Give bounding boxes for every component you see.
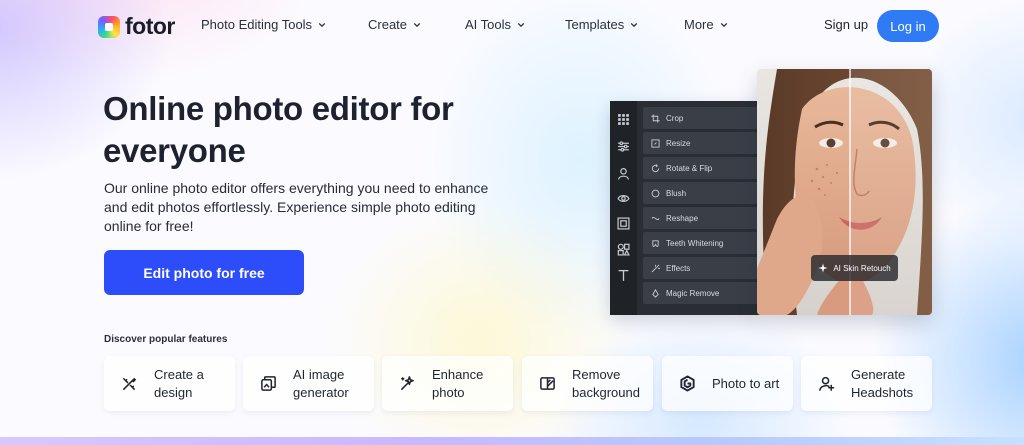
features-heading: Discover popular features bbox=[104, 334, 228, 345]
top-navigation: fotor Photo Editing Tools Create AI Tool… bbox=[0, 0, 1024, 50]
design-icon bbox=[123, 377, 137, 390]
tool-teeth-whitening[interactable]: Teeth Whitening bbox=[643, 232, 760, 254]
menu-more[interactable]: More bbox=[684, 17, 728, 32]
menu-label: Create bbox=[368, 17, 408, 32]
tool-label: Crop bbox=[666, 113, 684, 123]
feature-remove-background[interactable]: Remove background bbox=[522, 356, 653, 411]
rotate-icon bbox=[651, 163, 660, 172]
editor-panel-preview: Crop Resize Rotate & Flip Blush Reshape … bbox=[610, 101, 760, 315]
chip-label: AI Skin Retouch bbox=[833, 263, 891, 273]
eye-icon bbox=[617, 195, 630, 202]
tool-label: Teeth Whitening bbox=[666, 238, 724, 248]
menu-label: More bbox=[684, 17, 714, 32]
tool-crop[interactable]: Crop bbox=[643, 107, 760, 129]
frame-icon bbox=[617, 217, 630, 230]
blush-icon bbox=[651, 189, 660, 197]
tool-label: Reshape bbox=[666, 213, 699, 223]
feature-label: Generate Headshots bbox=[851, 367, 914, 400]
tool-resize[interactable]: Resize bbox=[643, 132, 760, 154]
tool-label: Resize bbox=[666, 138, 691, 148]
reshape-icon bbox=[651, 216, 660, 220]
magic-remove-icon bbox=[652, 288, 659, 298]
resize-icon bbox=[651, 138, 660, 148]
sparkle-icon bbox=[818, 263, 828, 273]
fotor-logo-icon bbox=[98, 15, 120, 38]
headshot-icon bbox=[819, 376, 835, 391]
edit-photo-button[interactable]: Edit photo for free bbox=[104, 250, 304, 295]
feature-label: Remove background bbox=[572, 367, 640, 400]
remove-bg-icon bbox=[540, 377, 555, 390]
teeth-icon bbox=[652, 239, 659, 247]
bottom-gradient-bar bbox=[0, 437, 1024, 445]
chevron-down-icon bbox=[517, 22, 525, 27]
grid-icon bbox=[618, 114, 629, 125]
adjust-icon bbox=[618, 141, 629, 152]
menu-photo-editing-tools[interactable]: Photo Editing Tools bbox=[201, 17, 326, 32]
menu-label: Templates bbox=[565, 17, 625, 32]
feature-create-design[interactable]: Create a design bbox=[104, 356, 235, 411]
login-button[interactable]: Log in bbox=[877, 10, 939, 42]
menu-create[interactable]: Create bbox=[368, 17, 421, 32]
tool-label: Magic Remove bbox=[666, 288, 720, 298]
editor-tool-rail bbox=[610, 101, 637, 315]
feature-label: Enhance photo bbox=[432, 367, 484, 400]
crop-icon bbox=[651, 113, 660, 123]
text-icon bbox=[618, 269, 629, 281]
elements-icon bbox=[617, 243, 630, 256]
feature-label: AI image generator bbox=[293, 367, 349, 400]
feature-label: Create a design bbox=[154, 367, 204, 400]
feature-generate-headshots[interactable]: Generate Headshots bbox=[801, 356, 932, 411]
ai-image-icon bbox=[261, 376, 276, 391]
ai-skin-retouch-chip[interactable]: AI Skin Retouch bbox=[811, 255, 898, 281]
effects-icon bbox=[651, 264, 660, 272]
brand-name: fotor bbox=[125, 13, 175, 39]
menu-ai-tools[interactable]: AI Tools bbox=[465, 17, 525, 32]
chevron-down-icon bbox=[720, 22, 727, 27]
tool-blush[interactable]: Blush bbox=[643, 182, 760, 204]
chevron-down-icon bbox=[630, 22, 638, 27]
editor-tool-list: Crop Resize Rotate & Flip Blush Reshape … bbox=[643, 107, 760, 307]
menu-label: AI Tools bbox=[465, 17, 512, 32]
feature-photo-to-art[interactable]: Photo to art bbox=[662, 356, 793, 411]
hero-title: Online photo editor for everyone bbox=[103, 90, 454, 169]
menu-templates[interactable]: Templates bbox=[565, 17, 638, 32]
signup-link[interactable]: Sign up bbox=[824, 17, 868, 32]
tool-label: Rotate & Flip bbox=[666, 163, 713, 173]
tool-label: Effects bbox=[666, 263, 691, 273]
feature-ai-image-generator[interactable]: AI image generator bbox=[243, 356, 374, 411]
photo-art-icon bbox=[680, 375, 695, 392]
hero-description: Our online photo editor offers everythin… bbox=[104, 180, 489, 234]
tool-magic-remove[interactable]: Magic Remove bbox=[643, 282, 760, 304]
feature-label: Photo to art bbox=[712, 376, 780, 391]
chevron-down-icon bbox=[413, 22, 421, 27]
chevron-down-icon bbox=[318, 22, 326, 27]
beauty-icon bbox=[618, 168, 629, 180]
menu-label: Photo Editing Tools bbox=[201, 17, 313, 32]
tool-reshape[interactable]: Reshape bbox=[643, 207, 760, 229]
tool-effects[interactable]: Effects bbox=[643, 257, 760, 279]
enhance-icon bbox=[401, 376, 414, 390]
tool-rotate-flip[interactable]: Rotate & Flip bbox=[643, 157, 760, 179]
tool-label: Blush bbox=[666, 188, 687, 198]
feature-enhance-photo[interactable]: Enhance photo bbox=[382, 356, 513, 411]
brand-logo[interactable]: fotor bbox=[98, 13, 175, 40]
